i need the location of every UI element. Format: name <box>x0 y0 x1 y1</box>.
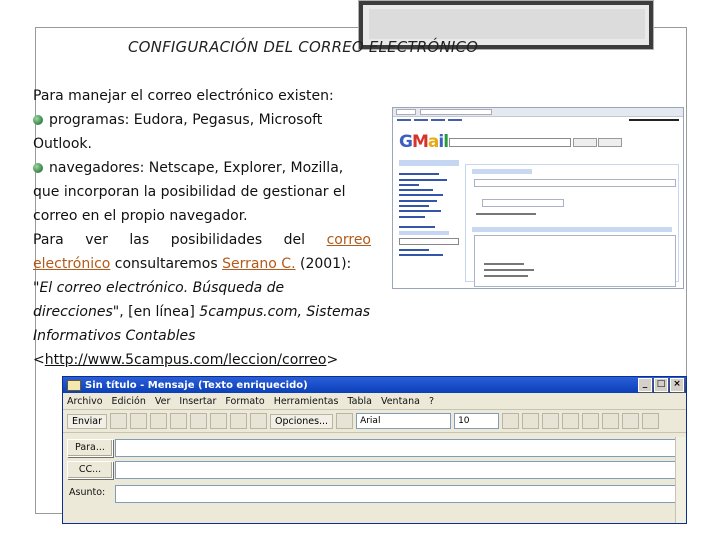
gmail-top-links <box>393 117 683 123</box>
intro-line: Para manejar el correo electrónico exist… <box>33 88 334 104</box>
menu-edicion[interactable]: Edición <box>112 396 146 407</box>
close-button[interactable]: × <box>670 378 684 392</box>
bullet-browsers-text-3: correo en el propio navegador. <box>33 208 248 224</box>
subject-label: Asunto: <box>69 487 106 498</box>
cc-input[interactable] <box>115 461 678 479</box>
reference-text-d: ", [en línea] <box>112 304 195 320</box>
bullets-icon[interactable] <box>642 413 660 429</box>
url-open-bracket: < <box>33 352 45 368</box>
help-icon[interactable] <box>336 413 354 429</box>
check-names-icon[interactable] <box>230 413 248 429</box>
slide-title: CONFIGURACIÓN DEL CORREO ELECTRÓNICO <box>128 38 479 56</box>
outlook-message-window: Sin título - Mensaje (Texto enriquecido)… <box>62 376 687 524</box>
cc-button[interactable]: CC... <box>67 461 113 479</box>
menu-herramientas[interactable]: Herramientas <box>274 396 339 407</box>
gmail-search-button <box>573 138 597 147</box>
to-input[interactable] <box>115 439 678 457</box>
save-icon[interactable] <box>110 413 128 429</box>
bullet-browsers-text-2: que incorporan la posibilidad de gestion… <box>33 184 346 200</box>
source-url-link[interactable]: http://www.5campus.com/leccion/correo <box>45 352 327 368</box>
cc-field: CC... <box>63 459 686 479</box>
bullet-browsers: navegadores: Netscape, Explorer, Mozilla… <box>33 156 371 228</box>
bullet-programs: programas: Eudora, Pegasus, Microsoft Ou… <box>33 108 371 156</box>
menu-help[interactable]: ? <box>429 396 434 407</box>
gmail-compose-link <box>399 160 459 166</box>
outlook-menubar: Archivo Edición Ver Insertar Formato Her… <box>63 393 686 410</box>
menu-ver[interactable]: Ver <box>155 396 171 407</box>
reference-text-a: Para ver las posibilidades del <box>33 232 306 248</box>
minimize-button[interactable]: _ <box>638 378 652 392</box>
browser-address-bar <box>393 108 683 117</box>
gmail-web-button <box>598 138 622 147</box>
menu-ventana[interactable]: Ventana <box>381 396 420 407</box>
flag-icon[interactable] <box>250 413 268 429</box>
subject-input[interactable] <box>115 485 678 503</box>
electronico-link[interactable]: electrónico <box>33 256 110 272</box>
bullet-icon <box>33 163 43 173</box>
reference-paragraph: electrónico consultaremos Serrano C. (20… <box>33 252 371 372</box>
gmail-search-box <box>449 138 571 147</box>
bullet-programs-text: programas: Eudora, Pegasus, Microsoft Ou… <box>33 112 323 152</box>
gmail-compose-area <box>465 164 679 287</box>
reference-line-1: Para ver las posibilidades del correo <box>33 228 371 252</box>
align-center-icon[interactable] <box>602 413 620 429</box>
bullet-browsers-text-1: navegadores: Netscape, Explorer, Mozilla… <box>49 160 344 176</box>
outlook-toolbar: Enviar Opciones... Arial 10 <box>63 410 686 433</box>
bold-icon[interactable] <box>522 413 540 429</box>
reference-text-b: consultaremos <box>114 256 218 272</box>
outlook-titlebar: Sin título - Mensaje (Texto enriquecido)… <box>63 377 686 393</box>
options-button[interactable]: Opciones... <box>270 413 334 429</box>
menu-formato[interactable]: Formato <box>225 396 264 407</box>
correo-link[interactable]: correo <box>327 232 371 248</box>
font-select[interactable]: Arial <box>356 413 452 429</box>
align-right-icon[interactable] <box>622 413 640 429</box>
slide-body: Para manejar el correo electrónico exist… <box>33 84 371 372</box>
gmail-screenshot: GMail <box>392 107 684 289</box>
subject-field: Asunto: <box>63 483 686 503</box>
window-controls: _ □ × <box>638 378 684 392</box>
url-close-bracket: > <box>326 352 339 368</box>
font-color-icon[interactable] <box>502 413 520 429</box>
menu-insertar[interactable]: Insertar <box>179 396 216 407</box>
maximize-button[interactable]: □ <box>654 378 668 392</box>
paste-icon[interactable] <box>170 413 188 429</box>
outlook-window-title: Sin título - Mensaje (Texto enriquecido) <box>85 379 308 391</box>
menu-tabla[interactable]: Tabla <box>347 396 372 407</box>
cut-icon[interactable] <box>130 413 148 429</box>
to-field: Para... <box>63 437 686 457</box>
vertical-scrollbar[interactable] <box>675 437 686 523</box>
attach-icon[interactable] <box>190 413 208 429</box>
serrano-link[interactable]: Serrano C. <box>222 256 295 272</box>
underline-icon[interactable] <box>562 413 580 429</box>
send-button[interactable]: Enviar <box>67 413 108 429</box>
bullet-icon <box>33 115 43 125</box>
envelope-icon <box>67 379 81 391</box>
copy-icon[interactable] <box>150 413 168 429</box>
menu-archivo[interactable]: Archivo <box>67 396 103 407</box>
align-left-icon[interactable] <box>582 413 600 429</box>
gmail-logo: GMail <box>399 132 449 152</box>
to-button[interactable]: Para... <box>67 439 113 457</box>
font-size-select[interactable]: 10 <box>454 413 500 429</box>
italic-icon[interactable] <box>542 413 560 429</box>
address-book-icon[interactable] <box>210 413 228 429</box>
gmail-sidebar <box>399 170 461 259</box>
